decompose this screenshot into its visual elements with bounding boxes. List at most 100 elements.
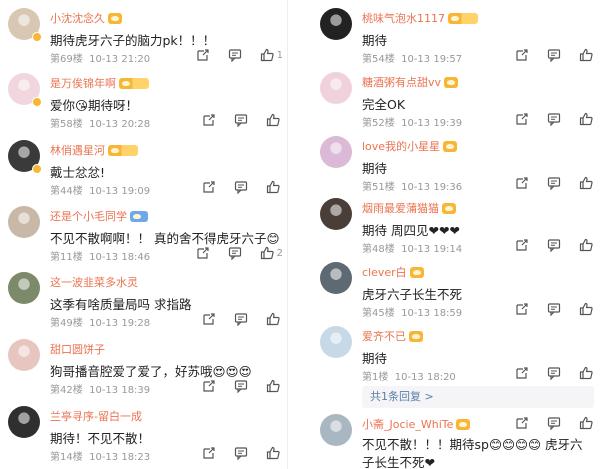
comment-time: 10-13 19:14 [401, 244, 463, 255]
share-icon[interactable] [202, 379, 216, 393]
username-link[interactable]: 甜口圆饼子 [50, 341, 105, 357]
username-link[interactable]: 还是个小毛同学 [50, 208, 127, 224]
share-icon[interactable] [515, 366, 529, 380]
username-link[interactable]: 桃味气泡水1117 [362, 10, 445, 26]
comment-icon[interactable] [547, 302, 561, 316]
avatar[interactable] [320, 72, 352, 104]
comment-icon[interactable] [234, 180, 248, 194]
thumbs-up-icon[interactable] [260, 246, 274, 260]
username-link[interactable]: 烟雨最爱蒲猫猫 [362, 200, 439, 216]
share-icon[interactable] [515, 48, 529, 62]
avatar[interactable] [320, 198, 352, 230]
comment-actions [497, 238, 596, 252]
username-link[interactable]: 是万俟锦年啊 [50, 75, 116, 91]
floor-number: 第52楼 [362, 118, 395, 129]
username-link[interactable]: 小沈沈念久 [50, 10, 105, 26]
thumbs-up-icon[interactable] [579, 48, 593, 62]
avatar[interactable] [320, 414, 352, 446]
comment-icon[interactable] [547, 366, 561, 380]
comment-icon[interactable] [547, 416, 561, 430]
comment-icon[interactable] [547, 48, 561, 62]
comment-icon[interactable] [234, 446, 248, 460]
username-link[interactable]: 兰亭寻序-留白一成 [50, 408, 142, 424]
thumbs-up-icon[interactable] [266, 446, 280, 460]
comment-icon[interactable] [547, 176, 561, 190]
view-replies-button[interactable]: 共1条回复 > [362, 386, 594, 408]
comment-actions [497, 176, 596, 190]
user-level-badge-icon [443, 140, 458, 152]
comment-icon[interactable] [234, 312, 248, 326]
username-link[interactable]: love我的小星星 [362, 138, 440, 154]
comment-actions [184, 312, 283, 326]
thumbs-up-icon[interactable] [579, 112, 593, 126]
username-link[interactable]: clever白 [362, 264, 407, 280]
share-icon[interactable] [202, 446, 216, 460]
comment-icon[interactable] [228, 246, 242, 260]
comment-time: 10-13 18:20 [394, 372, 456, 383]
username-line: 林俏遇星河 [50, 141, 138, 159]
avatar[interactable] [320, 326, 352, 358]
avatar[interactable] [8, 206, 40, 238]
thumbs-up-icon[interactable] [579, 366, 593, 380]
comment-actions: 1 [178, 48, 283, 62]
username-line: 爱齐不已 [362, 327, 423, 345]
username-line: 这一波韭菜多水灵 [50, 273, 138, 291]
thumbs-up-icon[interactable] [579, 238, 593, 252]
comment-icon[interactable] [228, 48, 242, 62]
share-icon[interactable] [515, 176, 529, 190]
share-icon[interactable] [515, 302, 529, 316]
comment-icon[interactable] [234, 379, 248, 393]
thumbs-up-icon[interactable] [579, 302, 593, 316]
avatar[interactable] [8, 272, 40, 304]
thumbs-up-icon[interactable] [266, 180, 280, 194]
floor-number: 第45楼 [362, 308, 395, 319]
floor-number: 第48楼 [362, 244, 395, 255]
comment-time: 10-13 18:39 [89, 385, 151, 396]
comment-text: 不见不散！！！期待sp😊😊😊😊 虎牙六子长生不死❤ [362, 437, 583, 469]
verified-badge-icon [32, 97, 42, 107]
comment-icon[interactable] [234, 113, 248, 127]
avatar[interactable] [320, 262, 352, 294]
floor-number: 第11楼 [50, 252, 83, 263]
share-icon[interactable] [515, 112, 529, 126]
comment-meta: 第69楼 10-13 21:20 [50, 50, 150, 65]
comment-icon[interactable] [547, 112, 561, 126]
share-icon[interactable] [515, 416, 529, 430]
floor-number: 第1楼 [362, 372, 389, 383]
share-icon[interactable] [515, 238, 529, 252]
comment-meta: 第1楼 10-13 18:20 [362, 368, 456, 383]
user-level-badge-icon [442, 202, 456, 214]
thumbs-up-icon[interactable] [579, 176, 593, 190]
username-link[interactable]: 这一波韭菜多水灵 [50, 274, 138, 290]
share-icon[interactable] [202, 180, 216, 194]
avatar[interactable] [8, 339, 40, 371]
username-line: 糖酒粥有点甜vv [362, 73, 459, 91]
comment-meta: 第54楼 10-13 19:57 [362, 50, 462, 65]
comment-meta: 第11楼 10-13 18:46 [50, 248, 150, 263]
comment-text: 期待 [362, 33, 388, 48]
user-level-badge-icon [108, 144, 138, 156]
comment-meta: 第58楼 10-13 20:28 [50, 115, 150, 130]
thumbs-up-icon[interactable] [260, 48, 274, 62]
username-link[interactable]: 林俏遇星河 [50, 142, 105, 158]
avatar[interactable] [320, 8, 352, 40]
avatar[interactable] [320, 136, 352, 168]
thumbs-up-icon[interactable] [579, 416, 593, 430]
thumbs-up-icon[interactable] [266, 379, 280, 393]
comment-icon[interactable] [547, 238, 561, 252]
user-level-badge-icon [409, 266, 424, 278]
comment-meta: 第42楼 10-13 18:39 [50, 381, 150, 396]
share-icon[interactable] [196, 48, 210, 62]
share-icon[interactable] [196, 246, 210, 260]
share-icon[interactable] [202, 312, 216, 326]
floor-number: 第44楼 [50, 186, 83, 197]
thumbs-up-icon[interactable] [266, 113, 280, 127]
avatar[interactable] [8, 406, 40, 438]
verified-badge-icon [32, 32, 42, 42]
thumbs-up-icon[interactable] [266, 312, 280, 326]
username-link[interactable]: 糖酒粥有点甜vv [362, 74, 441, 90]
user-level-badge-icon [444, 76, 459, 88]
username-link[interactable]: 爱齐不已 [362, 328, 406, 344]
share-icon[interactable] [202, 113, 216, 127]
username-link[interactable]: 小斋_Jocie_WhiTe [362, 416, 453, 432]
